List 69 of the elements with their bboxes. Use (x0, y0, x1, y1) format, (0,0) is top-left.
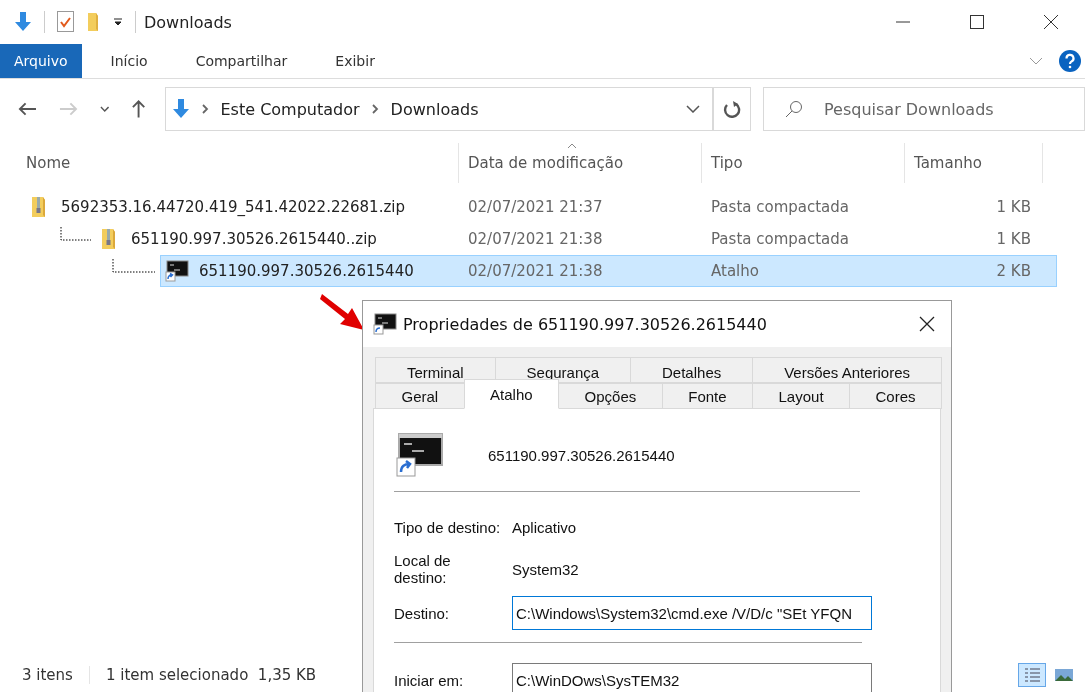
field-label: Iniciar em: (394, 671, 465, 689)
terminal-shortcut-icon (396, 433, 444, 477)
field-label: Destino: (394, 604, 451, 622)
table-cell-text: 02/07/2021 21:37 (467, 198, 604, 216)
search-field[interactable]: Pesquisar Downloads (763, 87, 1085, 131)
dialog-tab[interactable]: Cores (849, 383, 942, 409)
refresh-button[interactable] (713, 87, 751, 131)
ribbon-tab[interactable]: Compartilhar (176, 44, 307, 78)
dropdown-icon[interactable] (113, 17, 123, 27)
column-header[interactable]: Data de modificação (468, 154, 624, 172)
close-icon[interactable] (919, 316, 935, 332)
status-text: 1 item selecionado 1,35 KB (105, 666, 317, 684)
breadcrumb[interactable]: Este Computador (220, 99, 360, 119)
up-arrow-icon[interactable] (131, 99, 147, 119)
chevron-right-icon (371, 104, 379, 114)
file-row[interactable]: 5692353.16.44720.419_541.42022.22681.zip (26, 191, 406, 223)
download-arrow-icon[interactable] (14, 12, 32, 32)
checklist-icon[interactable] (57, 11, 75, 33)
field-value: Aplicativo (512, 518, 578, 536)
search-icon (785, 100, 803, 118)
chevron-down-icon[interactable] (99, 106, 110, 112)
table-cell-text: 2 KB (995, 262, 1032, 280)
dialog-tab[interactable]: Terminal (375, 357, 496, 383)
field-label: Tipo de destino: (394, 518, 502, 536)
column-header[interactable]: Nome (26, 154, 71, 172)
terminal-shortcut-icon (165, 260, 189, 282)
dialog-tab[interactable]: Detalhes (630, 357, 754, 383)
table-cell-text: Pasta compactada (710, 198, 850, 216)
dialog-tab[interactable]: Geral (375, 383, 465, 409)
dialog-tab[interactable]: Segurança (494, 357, 632, 383)
sort-caret-icon (567, 143, 577, 149)
window-title: Downloads (144, 12, 232, 32)
chevron-down-icon[interactable] (686, 105, 700, 113)
column-header[interactable]: Tipo (711, 154, 743, 172)
tree-connector (112, 259, 156, 273)
help-icon[interactable] (1059, 50, 1081, 72)
file-name: 651190.997.30526.2615440 (199, 262, 414, 280)
table-cell-text: 02/07/2021 21:38 (467, 262, 604, 280)
file-name: 651190.997.30526.2615440..zip (131, 230, 377, 248)
download-arrow-icon (171, 99, 190, 119)
close-icon[interactable] (1043, 14, 1059, 30)
maximize-icon[interactable] (969, 14, 985, 30)
ribbon-tab[interactable]: Arquivo (0, 44, 82, 78)
dialog-tab[interactable]: Atalho (463, 379, 560, 409)
table-cell-text: Pasta compactada (710, 230, 850, 248)
input-field[interactable]: C:\Windows\System32\cmd.exe /V/D/c "SEt YFQN (512, 596, 872, 630)
field-label: Local de destino: (394, 552, 452, 586)
table-cell-text: Atalho (710, 262, 760, 280)
status-text: 3 itens (22, 666, 73, 684)
shortcut-name: 651190.997.30526.2615440 (488, 446, 675, 464)
table-cell-text: 1 KB (995, 198, 1032, 216)
file-name: 5692353.16.44720.419_541.42022.22681.zip (61, 198, 405, 216)
file-row[interactable]: 651190.997.30526.2615440..zip (96, 223, 378, 255)
column-header[interactable]: Tamanho (914, 154, 982, 172)
table-cell-text: 1 KB (995, 230, 1032, 248)
back-arrow-icon[interactable] (18, 101, 37, 117)
chevron-right-icon (201, 104, 209, 114)
terminal-shortcut-icon (373, 313, 397, 335)
ribbon-tab[interactable]: Exibir (316, 44, 394, 78)
tree-connector (60, 227, 92, 241)
address-bar[interactable]: Este Computador Downloads (164, 87, 713, 131)
table-cell-text: 02/07/2021 21:38 (467, 230, 604, 248)
dialog-tab[interactable]: Versões Anteriores (752, 357, 942, 383)
breadcrumb[interactable]: Downloads (390, 99, 479, 119)
input-field[interactable]: C:\WinDOws\SysTEM32 (512, 663, 872, 692)
ribbon-tab[interactable]: Início (91, 44, 167, 78)
refresh-icon (723, 100, 741, 118)
dialog-title: Propriedades de 651190.997.30526.2615440 (403, 314, 767, 334)
field-value: System32 (512, 560, 580, 578)
